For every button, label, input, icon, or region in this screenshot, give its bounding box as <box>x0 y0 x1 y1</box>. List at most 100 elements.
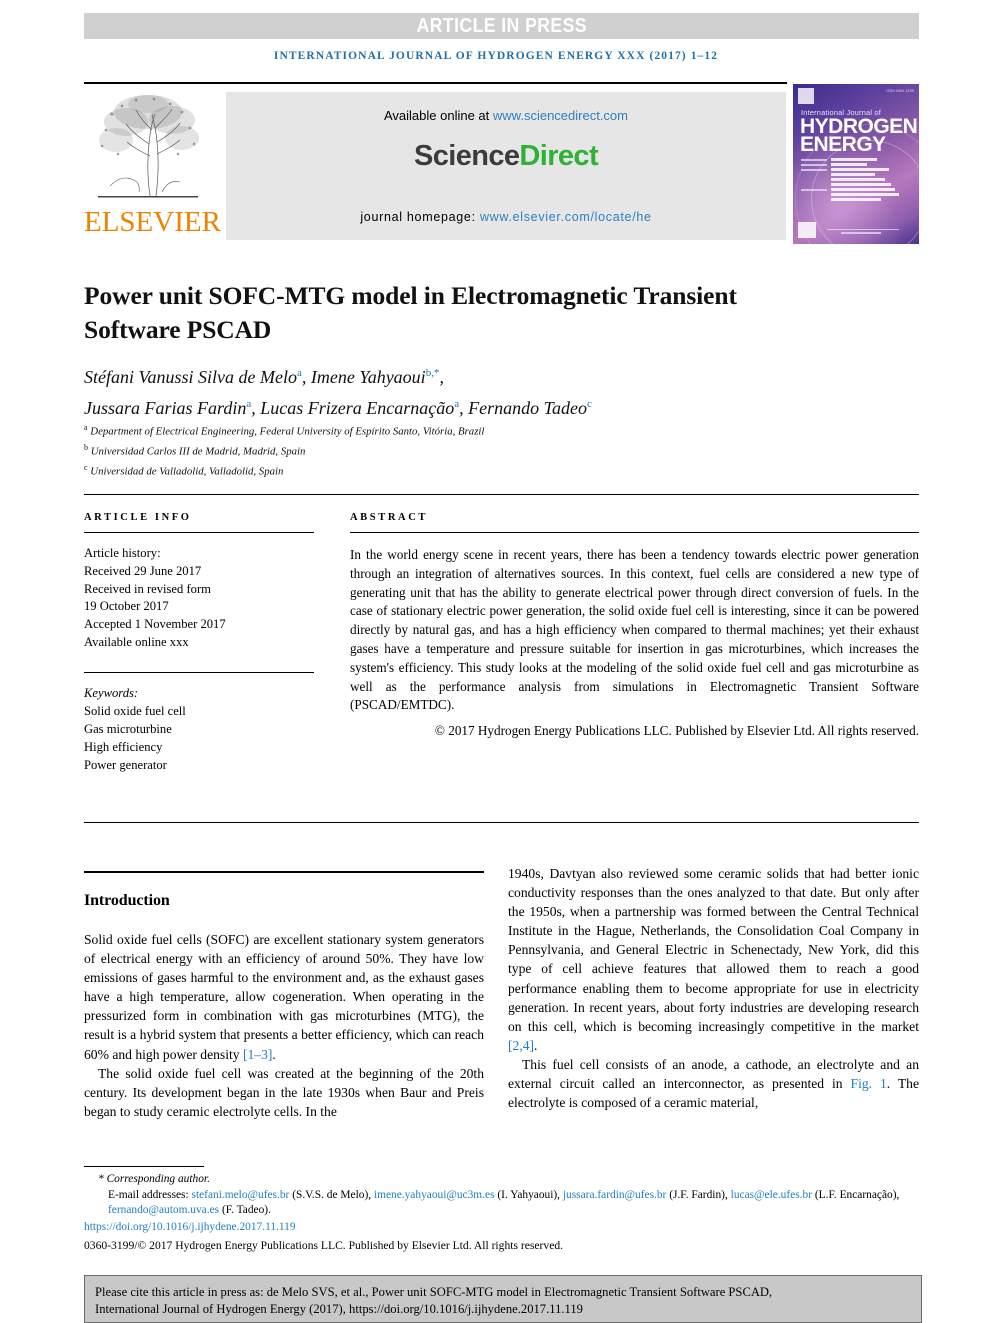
keyword-item: High efficiency <box>84 739 163 754</box>
article-history-item: Received 29 June 2017 <box>84 563 202 578</box>
page-title: Power unit SOFC-MTG model in Electromagn… <box>84 281 737 345</box>
elsevier-tree-svg <box>98 95 199 198</box>
paragraph-text: Solid oxide fuel cells (SOFC) are excell… <box>84 932 484 1062</box>
sciencedirect-logo: ScienceDirect <box>414 140 599 173</box>
author-affil-marker: a <box>246 398 252 410</box>
citation-ref[interactable]: [1–3] <box>243 1047 272 1062</box>
email-person: (L.F. Encarnação) <box>814 1188 897 1201</box>
cover-society-logo-icon <box>798 222 816 238</box>
corresponding-author-text: Corresponding author. <box>106 1173 210 1185</box>
paragraph: Solid oxide fuel cells (SOFC) are excell… <box>84 930 484 1064</box>
affiliation-text: Department of Electrical Engineering, Fe… <box>90 425 485 438</box>
journal-homepage-label: journal homepage: <box>360 210 480 224</box>
article-history-item: 19 October 2017 <box>84 599 169 614</box>
email-link[interactable]: imene.yahyaoui@uc3m.es <box>374 1189 495 1201</box>
paragraph: The solid oxide fuel cell was created at… <box>84 1065 484 1119</box>
paragraph: 1940s, Davtyan also reviewed some cerami… <box>508 864 919 1055</box>
keyword-item: Power generator <box>84 757 167 772</box>
section-top-rule <box>84 871 484 873</box>
keywords-list: Keywords: Solid oxide fuel cell Gas micr… <box>84 685 314 774</box>
cover-publisher-mark-icon <box>798 88 814 104</box>
elsevier-logo: ELSEVIER <box>84 88 221 242</box>
article-info-rule <box>84 532 314 533</box>
keyword-item: Solid oxide fuel cell <box>84 704 186 719</box>
email-person: (I. Yahyaoui) <box>497 1188 558 1201</box>
citation-ref[interactable]: [2,4] <box>508 1038 534 1053</box>
email-link[interactable]: lucas@ele.ufes.br <box>731 1189 812 1201</box>
article-info-label: ARTICLE INFO <box>84 512 192 523</box>
affiliation-marker: c <box>84 463 88 473</box>
cite-line-1: Please cite this article in press as: de… <box>95 1285 773 1299</box>
paragraph: This fuel cell consists of an anode, a c… <box>508 1055 919 1112</box>
doi-link[interactable]: https://doi.org/10.1016/j.ijhydene.2017.… <box>84 1220 922 1236</box>
email-person: (S.V.S. de Melo) <box>292 1188 369 1201</box>
abstract-rule <box>350 532 919 533</box>
journal-homepage-line: journal homepage: www.elsevier.com/locat… <box>226 210 786 224</box>
journal-running-head: INTERNATIONAL JOURNAL OF HYDROGEN ENERGY… <box>273 50 719 62</box>
email-link[interactable]: stefani.melo@ufes.br <box>192 1189 290 1201</box>
email-link[interactable]: jussara.fardin@ufes.br <box>563 1189 666 1201</box>
author-affil-marker: a <box>296 367 302 379</box>
email-link[interactable]: fernando@autom.uva.es <box>108 1204 219 1216</box>
email-addresses-label: E-mail addresses: <box>108 1188 189 1201</box>
abstract-label: ABSTRACT <box>350 512 428 523</box>
issn-copyright-line: 0360-3199/© 2017 Hydrogen Energy Publica… <box>84 1239 564 1253</box>
figure-ref[interactable]: Fig. 1 <box>851 1076 887 1091</box>
journal-homepage-link[interactable]: www.elsevier.com/locate/he <box>480 210 652 224</box>
abstract-copyright: © 2017 Hydrogen Energy Publications LLC.… <box>434 723 919 739</box>
article-history: Article history: Received 29 June 2017 R… <box>84 545 314 652</box>
info-block-bottom-rule <box>84 822 919 823</box>
keyword-item: Gas microturbine <box>84 721 172 736</box>
corresponding-author-note: * Corresponding author. <box>84 1172 922 1188</box>
author-name: Imene Yahyaoui <box>310 367 426 387</box>
affiliation-marker: b <box>84 443 88 453</box>
article-info-column: ARTICLE INFO Article history: Received 2… <box>84 512 314 774</box>
email-person: (J.F. Fardin) <box>669 1188 725 1201</box>
available-online-label: Available online at <box>383 108 493 123</box>
cite-line-2: International Journal of Hydrogen Energy… <box>95 1302 583 1316</box>
affiliation-item: c Universidad de Valladolid, Valladolid,… <box>84 460 874 480</box>
affiliation-text: Universidad Carlos III de Madrid, Madrid… <box>90 445 306 458</box>
cover-issn-code: ISSN 0360-3199 <box>886 89 914 93</box>
footnote-rule <box>84 1166 204 1168</box>
affiliation-text: Universidad de Valladolid, Valladolid, S… <box>90 465 284 478</box>
sciencedirect-banner: Available online at www.sciencedirect.co… <box>226 92 786 240</box>
paragraph-text: 1940s, Davtyan also reviewed some cerami… <box>508 866 919 1034</box>
affiliation-list: a Department of Electrical Engineering, … <box>84 420 874 480</box>
article-history-heading: Article history: <box>84 546 161 560</box>
author-affil-marker: b,* <box>425 367 440 379</box>
elsevier-tree-icon <box>92 92 204 204</box>
article-history-item: Available online xxx <box>84 634 189 649</box>
paragraph-tail: . <box>272 1046 276 1062</box>
email-addresses-line: E-mail addresses: stefani.melo@ufes.br (… <box>108 1188 900 1217</box>
abstract-text: In the world energy scene in recent year… <box>350 547 919 713</box>
author-name: Fernando Tadeo <box>468 398 587 418</box>
info-block-top-rule <box>84 494 919 495</box>
author-affil-marker: c <box>586 398 592 410</box>
cover-imprint-lines <box>827 228 909 236</box>
cover-editor-lines <box>801 158 911 203</box>
article-in-press-banner: ARTICLE IN PRESS <box>84 13 919 39</box>
article-history-item: Received in revised form <box>84 581 211 596</box>
article-history-item: Accepted 1 November 2017 <box>84 617 226 632</box>
affiliation-item: b Universidad Carlos III de Madrid, Madr… <box>84 440 874 460</box>
affiliation-item: a Department of Electrical Engineering, … <box>84 420 874 440</box>
keywords-heading: Keywords: <box>84 686 139 701</box>
email-person: (F. Tadeo) <box>221 1204 269 1217</box>
sciencedirect-logo-direct: Direct <box>519 140 599 172</box>
author-name: Jussara Farias Fardin <box>84 398 247 418</box>
cover-title-line2: ENERGY <box>800 133 886 156</box>
available-online-line: Available online at www.sciencedirect.co… <box>384 108 628 123</box>
abstract-column: ABSTRACT In the world energy scene in re… <box>350 512 919 741</box>
elsevier-wordmark: ELSEVIER <box>84 206 221 238</box>
keywords-rule <box>84 671 314 674</box>
body-column-right: 1940s, Davtyan also reviewed some cerami… <box>508 864 919 1112</box>
author-line-1: Stéfani Vanussi Silva de Meloa, Imene Ya… <box>84 367 444 387</box>
article-page: ARTICLE IN PRESS INTERNATIONAL JOURNAL O… <box>0 0 992 1323</box>
sciencedirect-link[interactable]: www.sciencedirect.com <box>493 108 628 123</box>
section-heading-introduction: Introduction <box>84 892 170 909</box>
corresponding-author-marker: * <box>98 1173 104 1185</box>
body-column-left: Introduction Solid oxide fuel cells (SOF… <box>84 880 484 1121</box>
journal-cover-image: ISSN 0360-3199 International Journal of … <box>793 84 919 244</box>
author-list: Stéfani Vanussi Silva de Meloa, Imene Ya… <box>84 360 874 422</box>
